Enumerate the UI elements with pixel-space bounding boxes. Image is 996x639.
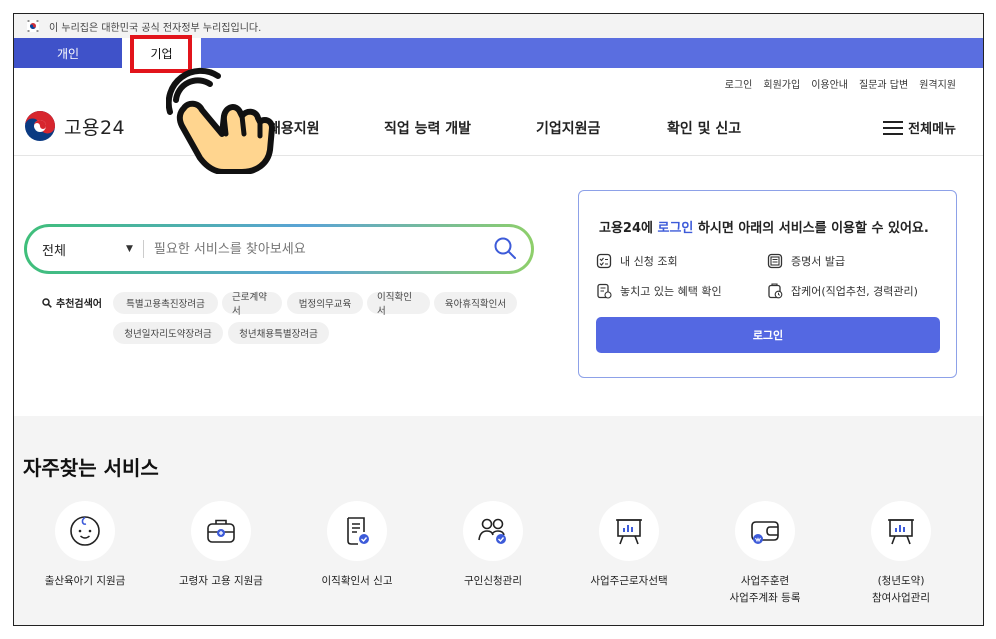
service-item-youth-leap[interactable]: (청년도약) 참여사업관리 — [833, 501, 969, 607]
service-item-job-posting[interactable]: 구인신청관리 — [425, 501, 561, 590]
frequent-services-section: 자주찾는 서비스 출산육아기 지원금 고령자 고용 지원금 이직확인서 신고 구… — [14, 416, 983, 625]
people-icon — [478, 518, 506, 544]
service-icon-circle — [55, 501, 115, 561]
service-missed-benefits[interactable]: 놓치고 있는 혜택 확인 — [596, 283, 722, 299]
taegeuk-logo-icon — [25, 111, 55, 141]
service-icon-circle — [327, 501, 387, 561]
search-separator — [142, 240, 144, 258]
certificate-icon — [767, 253, 783, 269]
keyword-chip[interactable]: 특별고용촉진장려금 — [113, 292, 218, 314]
gnb-vocational-training[interactable]: 직업 능력 개발 — [384, 118, 471, 138]
signup-link[interactable]: 회원가입 — [763, 76, 800, 91]
service-job-care[interactable]: 잡케어(직업추천, 경력관리) — [767, 283, 918, 299]
utility-links: 로그인 회원가입 이용안내 질문과 답변 원격지원 — [714, 76, 956, 91]
login-panel: 고용24에 로그인 하시면 아래의 서비스를 이용할 수 있어요. 내 신청 조… — [578, 190, 957, 378]
service-icon-circle — [871, 501, 931, 561]
guide-link[interactable]: 이용안내 — [811, 76, 848, 91]
login-panel-title: 고용24에 로그인 하시면 아래의 서비스를 이용할 수 있어요. — [599, 221, 929, 236]
service-item-employer-worker-select[interactable]: 사업주근로자선택 — [561, 501, 697, 590]
service-icon-circle — [463, 501, 523, 561]
service-icon-circle — [735, 501, 795, 561]
login-button[interactable]: 로그인 — [596, 317, 940, 353]
service-item-label: 구인신청관리 — [464, 575, 522, 587]
keyword-chip[interactable]: 법정의무교육 — [287, 292, 363, 314]
site-logo[interactable]: 고용24 — [24, 110, 125, 142]
service-item-label: 이직확인서 신고 — [321, 575, 393, 587]
keyword-chip[interactable]: 이직확인서 — [367, 292, 430, 317]
all-menu-label: 전체메뉴 — [908, 122, 956, 137]
checklist-icon — [596, 253, 612, 269]
service-item-label: 사업주훈련 사업주계좌 등록 — [729, 575, 801, 604]
service-item-label: 사업주근로자선택 — [590, 575, 668, 587]
service-my-applications[interactable]: 내 신청 조회 — [596, 253, 678, 269]
gnb-company-subsidy[interactable]: 기업지원금 — [536, 118, 600, 138]
job-care-icon — [768, 283, 783, 299]
easel-chart-icon — [888, 519, 914, 545]
service-item-label: 출산육아기 지원금 — [44, 575, 126, 587]
gov-banner-text: 이 누리집은 대한민국 공식 전자정부 누리집입니다. — [49, 22, 262, 34]
login-panel-title-link[interactable]: 로그인 — [658, 221, 694, 236]
all-menu-button[interactable]: 전체메뉴 — [883, 118, 956, 137]
tab-personal[interactable]: 개인 — [14, 38, 122, 68]
keyword-chip[interactable]: 근로계약서 — [222, 292, 282, 317]
frequent-services-title: 자주찾는 서비스 — [23, 456, 159, 480]
qna-link[interactable]: 질문과 답변 — [859, 76, 908, 91]
search-icon[interactable] — [493, 236, 517, 260]
service-item-elderly-employment[interactable]: 고령자 고용 지원금 — [153, 501, 289, 590]
service-icon-circle — [191, 501, 251, 561]
service-item-separation-report[interactable]: 이직확인서 신고 — [289, 501, 425, 590]
logo-text: 고용24 — [64, 116, 126, 139]
search-inner: 전체 ▼ — [27, 227, 531, 271]
remote-support-link[interactable]: 원격지원 — [919, 76, 956, 91]
pointing-hand-icon — [166, 67, 275, 174]
benefit-document-icon — [597, 283, 612, 299]
briefcase-icon — [207, 519, 235, 543]
easel-chart-icon — [616, 519, 642, 545]
service-icon-circle — [599, 501, 659, 561]
search-category-select[interactable]: 전체 — [42, 240, 126, 259]
service-certificate[interactable]: 증명서 발급 — [767, 253, 845, 269]
baby-icon — [70, 516, 100, 546]
search-bar: 전체 ▼ — [24, 224, 534, 274]
search-input[interactable] — [153, 241, 474, 257]
keyword-chip[interactable]: 육아휴직확인서 — [434, 292, 517, 314]
gnb-confirm-report[interactable]: 확인 및 신고 — [667, 118, 741, 138]
hamburger-icon — [883, 120, 904, 135]
caret-down-icon[interactable]: ▼ — [126, 244, 133, 254]
login-link[interactable]: 로그인 — [725, 76, 753, 91]
document-check-icon — [347, 517, 369, 545]
recommended-keywords-label: 추천검색어 — [42, 295, 102, 310]
korea-flag-icon — [27, 20, 39, 32]
keyword-chip[interactable]: 청년일자리도약장려금 — [113, 322, 223, 344]
service-item-label: (청년도약) 참여사업관리 — [872, 575, 930, 604]
wallet-icon — [751, 521, 779, 544]
browser-frame: 이 누리집은 대한민국 공식 전자정부 누리집입니다. 개인 기업 로그인 회원… — [13, 13, 984, 626]
service-item-label: 고령자 고용 지원금 — [179, 575, 263, 587]
service-item-childbirth[interactable]: 출산육아기 지원금 — [17, 501, 153, 590]
service-item-employer-training[interactable]: 사업주훈련 사업주계좌 등록 — [697, 501, 833, 607]
keyword-chip[interactable]: 청년채용특별장려금 — [228, 322, 329, 344]
search-small-icon — [42, 297, 52, 308]
header-divider — [14, 155, 983, 156]
